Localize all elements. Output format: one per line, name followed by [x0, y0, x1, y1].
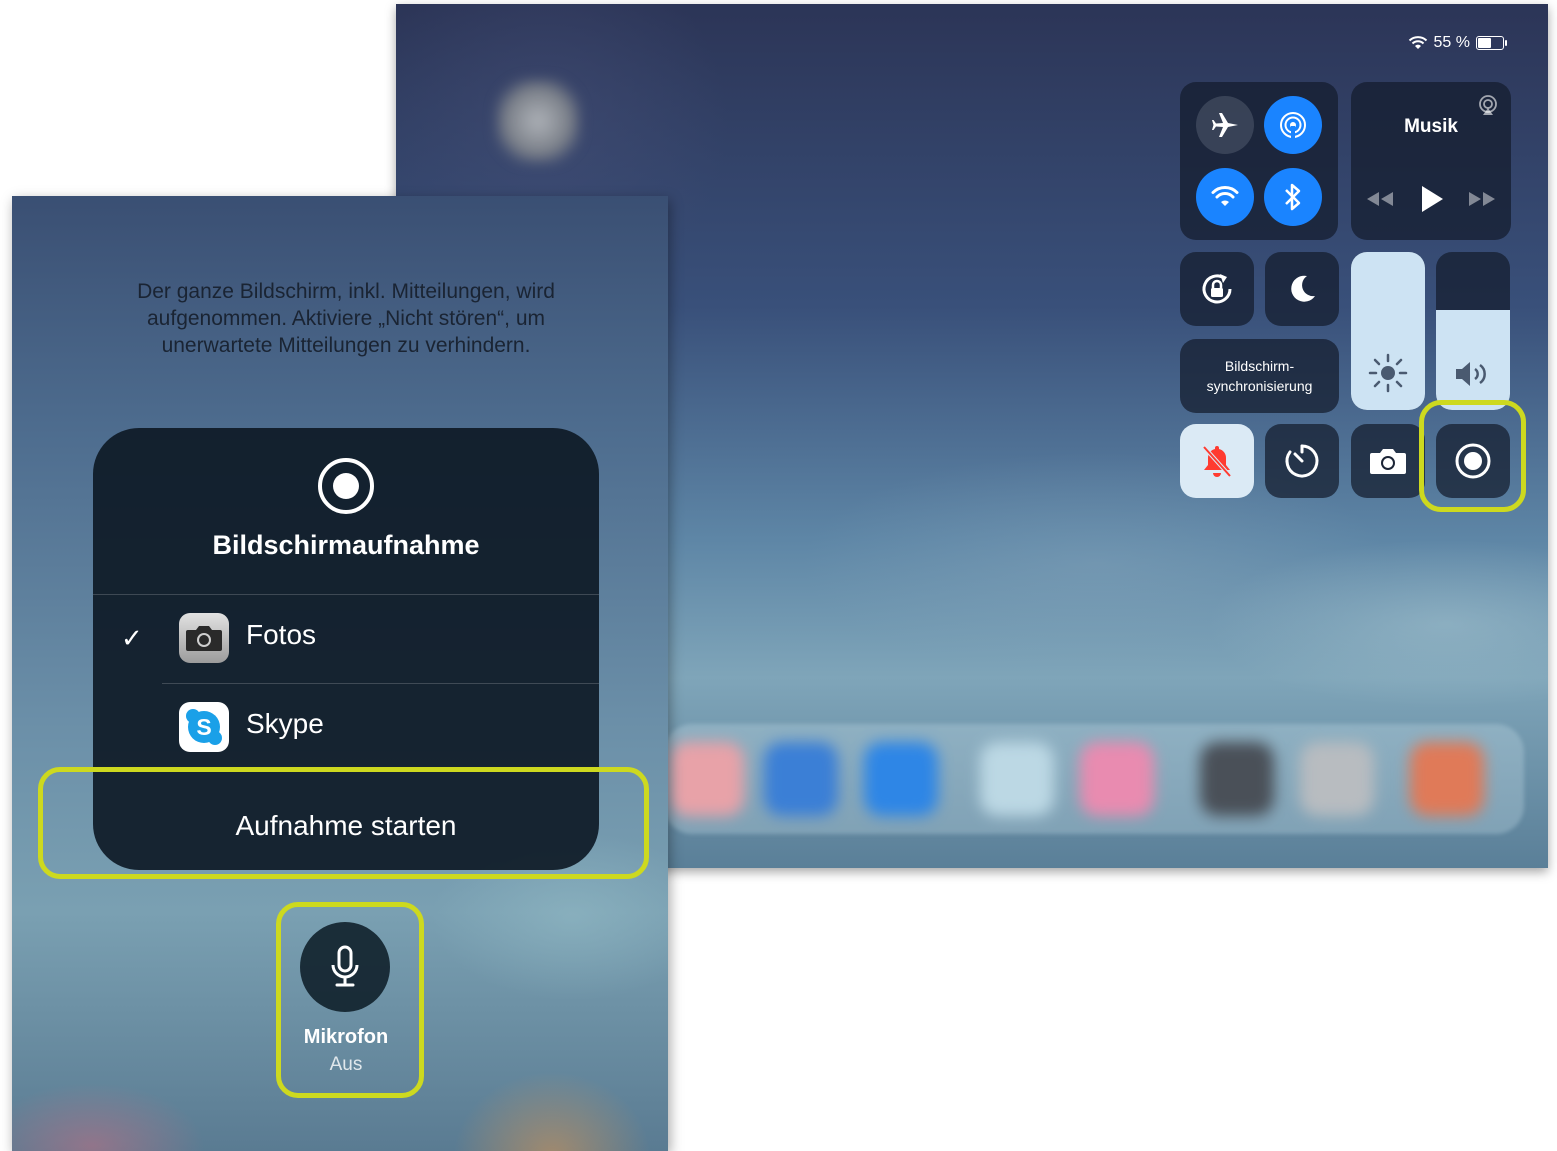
screen-mirroring-label-line2: synchronisierung: [1206, 378, 1313, 394]
screen-recording-sheet-screenshot: Der ganze Bildschirm, inkl. Mitteilungen…: [12, 196, 668, 1151]
bluetooth-toggle[interactable]: [1264, 168, 1322, 226]
recording-info-text: Der ganze Bildschirm, inkl. Mitteilungen…: [137, 280, 555, 357]
rotation-lock-icon: [1202, 274, 1232, 304]
start-recording-highlight: [38, 767, 649, 879]
music-title: Musik: [1404, 116, 1458, 137]
checkmark-icon: ✓: [121, 623, 143, 653]
bell-mute-icon: [1202, 445, 1232, 478]
mute-button[interactable]: [1180, 424, 1254, 498]
brightness-icon: [1368, 353, 1408, 393]
camera-icon: [1370, 449, 1406, 474]
music-panel[interactable]: Musik: [1351, 82, 1511, 240]
fast-forward-icon[interactable]: [1467, 190, 1497, 208]
destination-fotos[interactable]: ✓ Fotos: [93, 595, 599, 683]
rotation-lock-button[interactable]: [1180, 252, 1254, 326]
airplay-icon[interactable]: [1477, 94, 1499, 116]
camera-button[interactable]: [1351, 424, 1425, 498]
wifi-status-icon: [1408, 36, 1427, 49]
skype-app-icon: S: [179, 702, 229, 752]
wifi-toggle[interactable]: [1196, 168, 1254, 226]
timer-icon: [1285, 444, 1319, 478]
screen-mirroring-button[interactable]: Bildschirm- synchronisierung: [1180, 339, 1339, 413]
play-icon[interactable]: [1419, 184, 1445, 214]
dock: [664, 724, 1524, 834]
moon-icon: [1291, 275, 1315, 302]
destination-label: Skype: [246, 708, 324, 739]
timer-button[interactable]: [1265, 424, 1339, 498]
rewind-icon[interactable]: [1365, 190, 1395, 208]
airdrop-icon: [1280, 112, 1306, 138]
battery-icon: [1476, 36, 1507, 50]
battery-percentage: 55 %: [1433, 34, 1470, 51]
connectivity-panel: [1180, 82, 1338, 240]
destination-label: Fotos: [246, 619, 317, 650]
sheet-title: Bildschirmaufnahme: [212, 530, 480, 560]
svg-text:S: S: [196, 714, 211, 740]
destination-skype[interactable]: S Skype: [93, 684, 599, 772]
airplane-icon: [1212, 113, 1238, 137]
airplane-mode-toggle[interactable]: [1196, 96, 1254, 154]
volume-icon: [1456, 362, 1486, 386]
wifi-icon: [1211, 186, 1239, 206]
screen-mirroring-label-line1: Bildschirm-: [1224, 358, 1295, 374]
do-not-disturb-button[interactable]: [1265, 252, 1339, 326]
airdrop-toggle[interactable]: [1264, 96, 1322, 154]
microphone-highlight: [276, 902, 424, 1098]
volume-slider[interactable]: [1436, 252, 1510, 410]
screen-record-highlight: [1419, 400, 1526, 512]
brightness-slider[interactable]: [1351, 252, 1425, 410]
bluetooth-icon: [1285, 183, 1301, 211]
screen-record-icon: [318, 458, 374, 514]
blurred-home-app-icon: [496, 79, 580, 163]
camera-app-icon: [179, 613, 229, 663]
status-bar: 55 %: [1408, 34, 1507, 52]
